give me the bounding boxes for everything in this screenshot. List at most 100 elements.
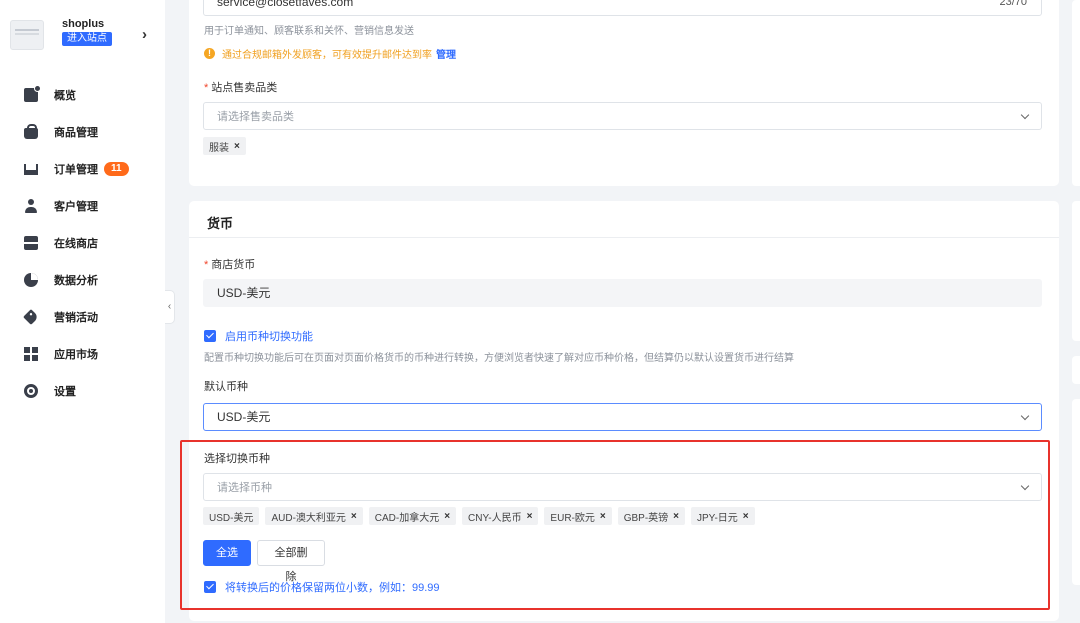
sidebar-item-label: 商品管理	[54, 126, 98, 139]
sidebar-item-app-market[interactable]: 应用市场	[0, 335, 165, 372]
remove-tag-icon[interactable]: ×	[527, 511, 533, 522]
sidebar-item-products[interactable]: 商品管理	[0, 113, 165, 150]
switch-currency-label: 选择切换币种	[204, 453, 270, 465]
currency-switch-hint: 配置币种切换功能后可在页面对页面价格货币的币种进行转换，方便浏览者快速了解对应币…	[204, 353, 794, 364]
email-hint: 用于订单通知、顾客联系和关怀、营销信息发送	[204, 26, 414, 37]
required-marker: *	[204, 259, 209, 271]
tag-label: JPY-日元	[697, 512, 738, 524]
shop-icon	[24, 235, 38, 250]
checkbox-checked-icon	[204, 581, 216, 593]
default-currency-value: USD-美元	[217, 410, 271, 424]
currency-section-title: 货币	[207, 216, 234, 231]
sidebar-item-marketing[interactable]: 营销活动	[0, 298, 165, 335]
enable-currency-switch-label: 启用币种切换功能	[225, 331, 313, 343]
clear-all-button[interactable]: 全部删除	[257, 540, 325, 583]
store-currency-value: USD-美元	[217, 286, 271, 300]
sidebar: shoplus 进入站点 › 概览 商品管理 订单管理 11 客户管理 在线商店…	[0, 0, 165, 623]
required-marker: *	[204, 82, 209, 94]
enter-store-button[interactable]: 进入站点	[62, 32, 112, 46]
category-placeholder: 请选择售卖品类	[217, 111, 294, 123]
remove-tag-icon[interactable]: ×	[600, 511, 606, 522]
tag-icon	[23, 308, 39, 325]
contact-settings-card: service@closetfaves.com 23/70 用于订单通知、顾客联…	[189, 0, 1059, 186]
currency-tag-cny: CNY-人民币 ×	[462, 507, 539, 525]
sidebar-item-label: 数据分析	[54, 274, 98, 287]
tag-label: CAD-加拿大元	[374, 512, 440, 524]
remove-tag-icon[interactable]: ×	[351, 511, 357, 522]
tag-label: CNY-人民币	[468, 512, 522, 524]
category-label: * 站点售卖品类	[204, 79, 277, 95]
sidebar-item-label: 应用市场	[54, 348, 98, 361]
remove-tag-icon[interactable]: ×	[673, 511, 679, 522]
manage-link[interactable]: 管理	[436, 46, 456, 61]
warning-text: 通过合规邮箱外发顾客，可有效提升邮件达到率	[222, 50, 432, 61]
chevron-down-icon	[1020, 411, 1030, 421]
sidebar-item-orders[interactable]: 订单管理 11	[0, 150, 165, 187]
orders-count-badge: 11	[104, 161, 129, 176]
sidebar-item-label: 订单管理	[54, 163, 98, 176]
bag-icon	[24, 124, 38, 139]
remove-tag-icon[interactable]: ×	[234, 141, 240, 152]
chevron-down-icon	[1020, 481, 1030, 491]
warning-icon: !	[204, 48, 215, 59]
side-panel-edge	[1072, 0, 1080, 186]
tag-label: USD-美元	[209, 512, 254, 524]
sidebar-item-label: 客户管理	[54, 200, 98, 213]
pie-chart-icon	[24, 272, 38, 287]
category-select[interactable]: 请选择售卖品类	[203, 102, 1042, 130]
round-price-label: 将转换后的价格保留两位小数，例如：99.99	[225, 582, 440, 594]
remove-tag-icon[interactable]: ×	[444, 511, 450, 522]
email-field[interactable]: service@closetfaves.com 23/70	[203, 0, 1042, 16]
sidebar-item-label: 在线商店	[54, 237, 98, 250]
chevron-right-icon[interactable]: ›	[142, 26, 147, 43]
remove-tag-icon[interactable]: ×	[743, 511, 749, 522]
checkbox-checked-icon	[204, 330, 216, 342]
currency-tag-aud: AUD-澳大利亚元 ×	[265, 507, 363, 525]
sidebar-nav: 概览 商品管理 订单管理 11 客户管理 在线商店 数据分析 营销活动 应用市场…	[0, 76, 165, 409]
store-currency-field: USD-美元	[203, 279, 1042, 307]
currency-tag-cad: CAD-加拿大元 ×	[368, 507, 457, 525]
user-icon	[24, 198, 38, 213]
category-label-text: 站点售卖品类	[211, 82, 278, 94]
tag-label: EUR-欧元	[550, 512, 595, 524]
round-price-checkbox[interactable]: 将转换后的价格保留两位小数，例如：99.99	[204, 579, 440, 595]
tag-label: AUD-澳大利亚元	[271, 512, 346, 524]
side-panel-edge	[1072, 201, 1080, 341]
side-panel-edge	[1072, 399, 1080, 585]
apps-icon	[24, 346, 38, 361]
email-warning: ! 通过合规邮箱外发顾客，可有效提升邮件达到率 管理	[204, 46, 456, 61]
currency-settings-card: 货币 * 商店货币 USD-美元 启用币种切换功能 配置币种切换功能后可在页面对页…	[189, 201, 1059, 621]
side-panel-edge	[1072, 356, 1080, 384]
currency-tag-gbp: GBP-英镑 ×	[617, 507, 686, 525]
dashboard-icon	[24, 84, 41, 102]
collapse-sidebar-button[interactable]: ‹	[165, 290, 175, 324]
switch-currency-placeholder: 请选择币种	[217, 482, 272, 494]
cart-icon	[24, 164, 38, 175]
tag-label: GBP-英镑	[623, 512, 669, 524]
default-currency-select[interactable]: USD-美元	[203, 403, 1042, 431]
email-value: service@closetfaves.com	[217, 0, 354, 9]
sidebar-item-overview[interactable]: 概览	[0, 76, 165, 113]
sidebar-item-label: 设置	[54, 385, 76, 398]
default-currency-label: 默认币种	[204, 381, 248, 393]
sidebar-item-analytics[interactable]: 数据分析	[0, 261, 165, 298]
store-thumbnail	[10, 20, 44, 50]
gear-icon	[24, 383, 38, 398]
store-currency-label: * 商店货币	[204, 256, 255, 272]
sidebar-item-settings[interactable]: 设置	[0, 372, 165, 409]
select-all-button[interactable]: 全选	[203, 540, 251, 566]
sidebar-item-online-store[interactable]: 在线商店	[0, 224, 165, 261]
switch-currency-select[interactable]: 请选择币种	[203, 473, 1042, 501]
email-char-counter: 23/70	[999, 0, 1027, 8]
store-switcher[interactable]: shoplus 进入站点 ›	[10, 14, 160, 56]
sidebar-item-customers[interactable]: 客户管理	[0, 187, 165, 224]
currency-tags: USD-美元 AUD-澳大利亚元 × CAD-加拿大元 × CNY-人民币 × EUR…	[203, 507, 761, 525]
sidebar-item-label: 概览	[54, 89, 76, 102]
currency-tag-usd: USD-美元	[203, 507, 260, 525]
tag-label: 服装	[209, 142, 229, 154]
currency-tag-eur: EUR-欧元 ×	[544, 507, 612, 525]
store-name: shoplus	[62, 18, 105, 30]
category-tag: 服装 ×	[203, 137, 246, 155]
category-tags: 服装 ×	[203, 137, 252, 155]
enable-currency-switch-checkbox[interactable]: 启用币种切换功能	[204, 328, 313, 344]
